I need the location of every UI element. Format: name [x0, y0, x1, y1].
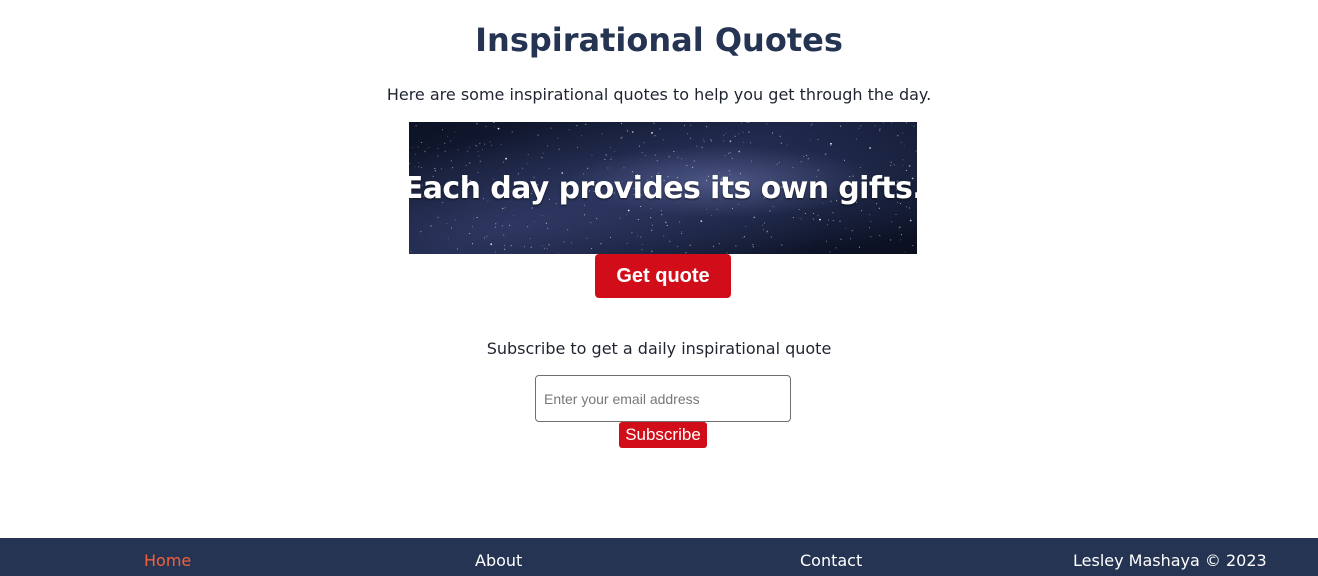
- page-title: Inspirational Quotes: [475, 21, 843, 59]
- intro-text: Here are some inspirational quotes to he…: [386, 85, 932, 104]
- quote-text: Each day provides its own gifts.: [409, 170, 917, 206]
- footer-link-home[interactable]: Home: [144, 550, 191, 572]
- quote-banner: Each day provides its own gifts.: [409, 122, 917, 254]
- footer-link-about[interactable]: About: [475, 550, 522, 572]
- footer-link-contact[interactable]: Contact: [800, 550, 862, 572]
- subscribe-button[interactable]: Subscribe: [619, 422, 707, 448]
- footer: Home About Contact Lesley Mashaya © 2023: [0, 538, 1318, 576]
- subscribe-prompt: Subscribe to get a daily inspirational q…: [486, 339, 832, 358]
- email-input[interactable]: [535, 375, 791, 422]
- get-quote-button[interactable]: Get quote: [595, 254, 731, 298]
- page: Inspirational Quotes Here are some inspi…: [0, 0, 1318, 576]
- footer-copyright: Lesley Mashaya © 2023: [1073, 551, 1267, 570]
